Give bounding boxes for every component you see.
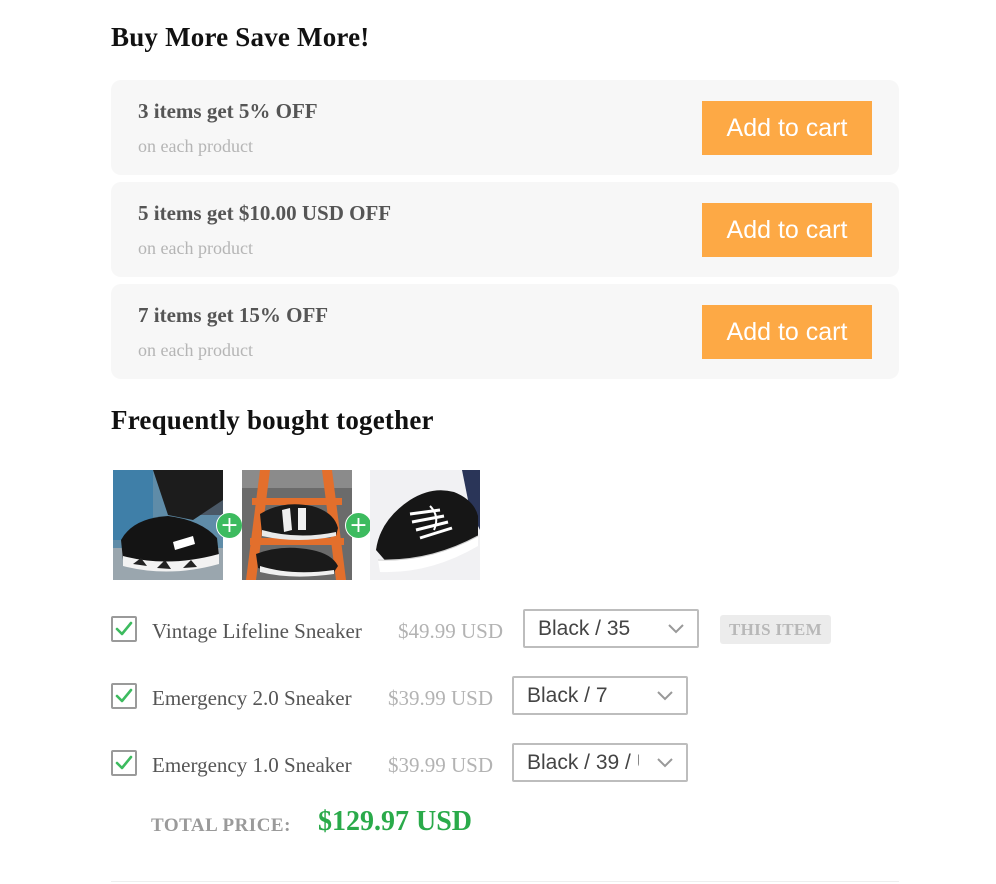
variant-select-value: Black / 39 / US xyxy=(527,751,639,774)
add-to-cart-button[interactable]: Add to cart xyxy=(702,203,872,257)
bundle-item-row: Vintage Lifeline Sneaker $49.99 USD Blac… xyxy=(111,609,899,649)
chevron-down-icon xyxy=(657,691,673,701)
bundle-item-row: Emergency 2.0 Sneaker $39.99 USD Black /… xyxy=(111,676,899,716)
total-price-label: TOTAL PRICE: xyxy=(151,815,291,836)
buy-more-title: Buy More Save More! xyxy=(111,22,370,52)
add-to-cart-button[interactable]: Add to cart xyxy=(702,101,872,155)
bundle-item-price: $39.99 USD xyxy=(388,686,494,710)
tier-title: 7 items get 15% OFF xyxy=(138,303,329,327)
variant-select[interactable]: Black / 35 xyxy=(523,609,699,648)
variant-select-value: Black / 7 xyxy=(527,684,608,707)
bundle-item-row: Emergency 1.0 Sneaker $39.99 USD Black /… xyxy=(111,743,899,783)
plus-icon: + xyxy=(345,512,372,539)
checkmark-icon xyxy=(115,755,133,770)
discount-tier: 7 items get 15% OFF on each product Add … xyxy=(111,284,899,379)
this-item-badge: THIS ITEM xyxy=(720,615,831,644)
bundle-item-checkbox[interactable] xyxy=(111,616,137,642)
discount-tier: 3 items get 5% OFF on each product Add t… xyxy=(111,80,899,175)
tier-subtitle: on each product xyxy=(138,238,253,258)
product-image-emergency-1[interactable] xyxy=(370,470,480,580)
tier-subtitle: on each product xyxy=(138,136,253,156)
tier-subtitle: on each product xyxy=(138,340,253,360)
plus-icon: + xyxy=(216,512,243,539)
variant-select[interactable]: Black / 7 xyxy=(512,676,688,715)
divider xyxy=(111,881,899,882)
checkmark-icon xyxy=(115,688,133,703)
chevron-down-icon xyxy=(657,758,673,768)
bundle-item-name[interactable]: Emergency 1.0 Sneaker xyxy=(152,753,352,778)
add-to-cart-button[interactable]: Add to cart xyxy=(702,305,872,359)
bundle-item-name[interactable]: Emergency 2.0 Sneaker xyxy=(152,686,352,711)
bundle-item-checkbox[interactable] xyxy=(111,683,137,709)
bundle-item-price: $49.99 USD xyxy=(398,619,504,643)
bundle-item-name[interactable]: Vintage Lifeline Sneaker xyxy=(152,619,362,644)
variant-select[interactable]: Black / 39 / US xyxy=(512,743,688,782)
variant-select-value: Black / 35 xyxy=(538,617,631,640)
checkmark-icon xyxy=(115,621,133,636)
bundle-item-checkbox[interactable] xyxy=(111,750,137,776)
bundle-thumbnails: + + xyxy=(111,470,511,580)
discount-tier: 5 items get $10.00 USD OFF on each produ… xyxy=(111,182,899,277)
bundle-title: Frequently bought together xyxy=(111,405,434,435)
chevron-down-icon xyxy=(668,624,684,634)
product-image-vintage-lifeline[interactable] xyxy=(113,470,223,580)
total-price-value: $129.97 USD xyxy=(318,806,473,837)
tier-title: 5 items get $10.00 USD OFF xyxy=(138,201,392,225)
bundle-item-price: $39.99 USD xyxy=(388,753,494,777)
tier-title: 3 items get 5% OFF xyxy=(138,99,318,123)
product-image-emergency-2[interactable] xyxy=(242,470,352,580)
